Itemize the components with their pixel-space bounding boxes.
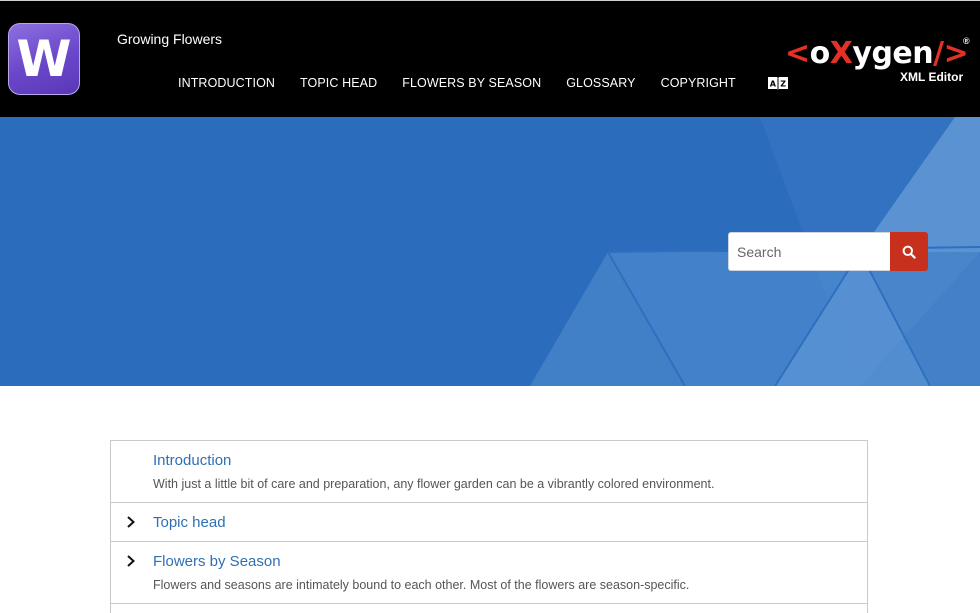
- search-form: [728, 232, 928, 271]
- search-input[interactable]: [728, 232, 890, 271]
- header-top-border: [0, 0, 980, 1]
- oxygen-brand-logo[interactable]: <oXygen/> ® XML Editor: [785, 36, 975, 96]
- hero-banner: [0, 117, 980, 386]
- svg-text:A: A: [769, 80, 776, 89]
- topic-item-introduction: Introduction With just a little bit of c…: [111, 441, 867, 503]
- svg-text:W: W: [16, 30, 71, 88]
- topic-title-flowers-by-season[interactable]: Flowers by Season: [153, 553, 281, 570]
- main-nav: INTRODUCTION TOPIC HEAD FLOWERS BY SEASO…: [178, 75, 789, 91]
- nav-item-introduction[interactable]: INTRODUCTION: [178, 76, 275, 90]
- topic-item-partial: [111, 604, 867, 613]
- brand-wordmark: <oXygen/>: [785, 36, 969, 71]
- app-logo[interactable]: W: [8, 23, 80, 95]
- chevron-right-icon[interactable]: [125, 515, 137, 529]
- chevron-right-icon[interactable]: [125, 554, 137, 568]
- topic-description: Flowers and seasons are intimately bound…: [153, 578, 690, 592]
- search-icon: [902, 245, 916, 259]
- topic-description: With just a little bit of care and prepa…: [153, 477, 715, 491]
- nav-item-topic-head[interactable]: TOPIC HEAD: [300, 76, 377, 90]
- nav-item-glossary[interactable]: GLOSSARY: [566, 76, 635, 90]
- topic-title-topic-head[interactable]: Topic head: [153, 514, 226, 531]
- search-button[interactable]: [890, 232, 928, 271]
- registered-mark: ®: [963, 36, 970, 46]
- topic-list: Introduction With just a little bit of c…: [110, 440, 868, 613]
- site-header: W Growing Flowers INTRODUCTION TOPIC HEA…: [0, 0, 980, 117]
- topic-item-flowers-by-season: Flowers by Season Flowers and seasons ar…: [111, 542, 867, 604]
- nav-item-copyright[interactable]: COPYRIGHT: [661, 76, 736, 90]
- w-logo-icon: W: [16, 30, 71, 88]
- site-title[interactable]: Growing Flowers: [117, 31, 222, 47]
- brand-subtitle: XML Editor: [900, 70, 964, 84]
- nav-item-flowers-by-season[interactable]: FLOWERS BY SEASON: [402, 76, 541, 90]
- topic-title-introduction[interactable]: Introduction: [153, 452, 231, 469]
- topic-item-topic-head: Topic head: [111, 503, 867, 542]
